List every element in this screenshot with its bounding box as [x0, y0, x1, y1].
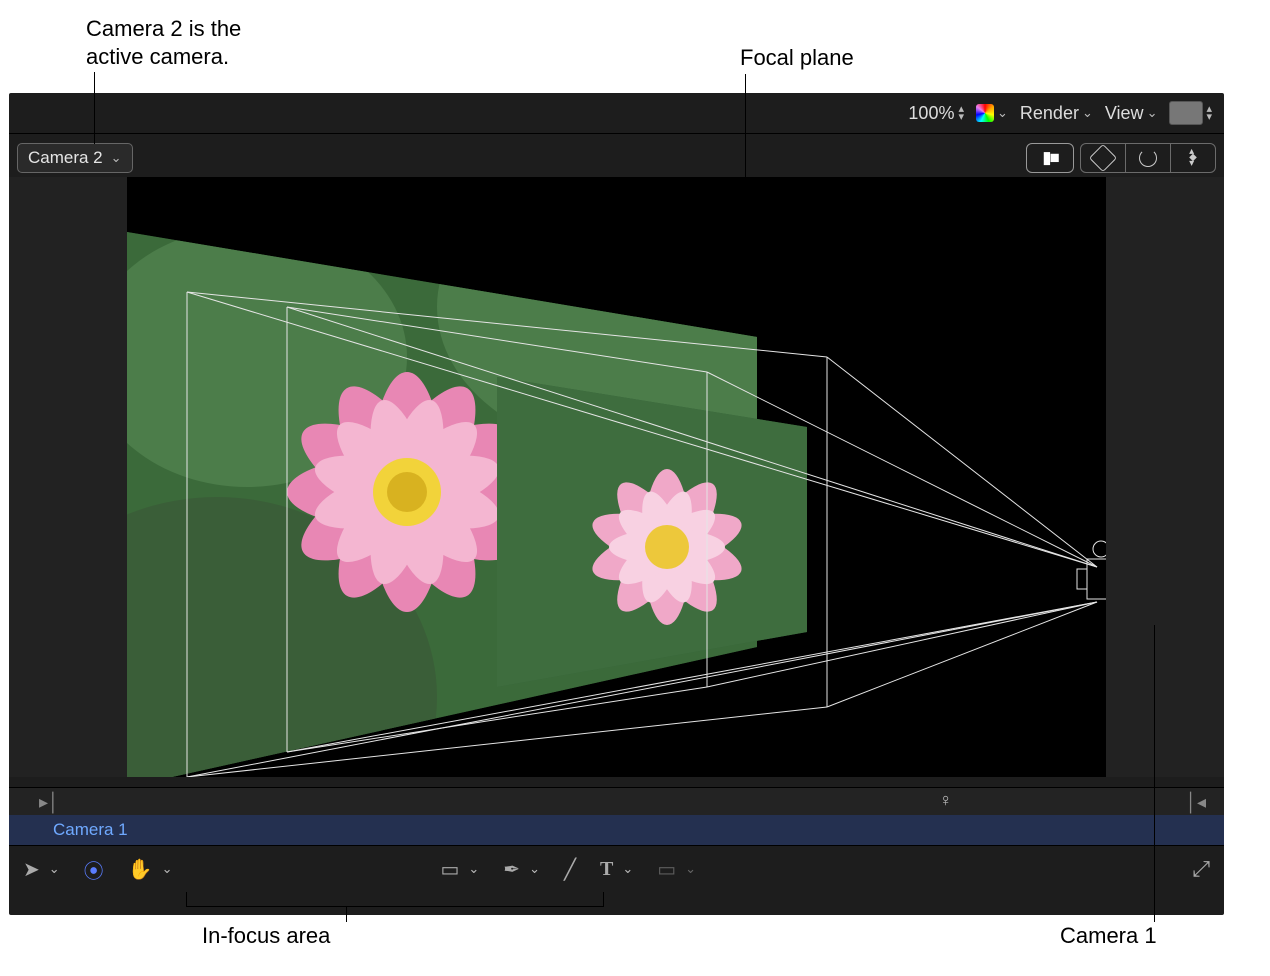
- chevron-down-icon: ⌄: [1147, 105, 1158, 121]
- hand-icon: ✋: [128, 857, 153, 882]
- camera-icon: ▮■: [1042, 148, 1058, 168]
- text-icon: T: [600, 858, 613, 881]
- mini-timeline-ruler[interactable]: ▸│ ♀ │◂: [9, 787, 1224, 817]
- color-wheel-icon: [976, 104, 994, 122]
- app-window: 100% ⌄ Render ⌄ View ⌄ Camera: [9, 93, 1224, 915]
- canvas-area: [9, 177, 1224, 777]
- select-tool[interactable]: ➤⌄: [23, 857, 60, 882]
- view-label: View: [1105, 103, 1144, 124]
- stepper-icon: [958, 105, 964, 121]
- mask-icon: ▭: [657, 857, 676, 882]
- color-well-icon: [1169, 101, 1203, 125]
- camera-selector-label: Camera 2: [28, 148, 103, 168]
- paint-tool[interactable]: ╱: [564, 857, 576, 882]
- 3d-transform-tool[interactable]: ⦿: [84, 855, 104, 884]
- playhead-icon[interactable]: ♀: [939, 790, 953, 811]
- chevron-down-icon: ⌄: [111, 150, 122, 166]
- view-menu[interactable]: View ⌄: [1105, 103, 1158, 124]
- chevron-down-icon: ⌄: [162, 861, 173, 877]
- chevron-down-icon: ⌄: [468, 861, 479, 877]
- 3d-nav-controls: ▮■ ▴◆▾: [1026, 143, 1216, 173]
- rectangle-icon: ▭: [440, 857, 459, 882]
- chevron-down-icon: ⌄: [1082, 105, 1093, 121]
- dolly-tool[interactable]: ▴◆▾: [1170, 144, 1215, 172]
- timeline-clip-camera1[interactable]: Camera 1: [53, 815, 1224, 845]
- mask-tool[interactable]: ▭⌄: [657, 857, 696, 882]
- timeline: Camera 1: [9, 815, 1224, 845]
- chevron-down-icon: ⌄: [997, 105, 1008, 121]
- pan-icon: [1089, 144, 1117, 172]
- chevron-down-icon: ⌄: [685, 861, 696, 877]
- callout-focal-plane: Focal plane: [740, 44, 854, 72]
- background-color-well[interactable]: [1169, 101, 1212, 125]
- pen-icon: ✒: [503, 857, 520, 882]
- orbit-tool[interactable]: [1125, 144, 1170, 172]
- stepper-icon: [1206, 105, 1212, 121]
- rectangle-tool[interactable]: ▭⌄: [440, 857, 479, 882]
- toolbar-top: 100% ⌄ Render ⌄ View ⌄: [9, 93, 1224, 134]
- chevron-down-icon: ⌄: [49, 861, 60, 877]
- 3d-view-tools: ▴◆▾: [1080, 143, 1216, 173]
- zoom-value: 100%: [908, 103, 954, 124]
- text-tool[interactable]: T⌄: [600, 858, 633, 881]
- brush-icon: ╱: [564, 857, 576, 882]
- viewer-header: Camera 2 ⌄ ▮■ ▴◆▾: [9, 140, 1224, 176]
- pan-tool-btn[interactable]: ✋⌄: [128, 857, 173, 882]
- play-range-in-icon[interactable]: ▸│: [39, 792, 59, 813]
- chevron-down-icon: ⌄: [622, 861, 633, 877]
- camera-selector[interactable]: Camera 2 ⌄: [17, 143, 133, 173]
- zoom-menu[interactable]: 100%: [908, 103, 964, 124]
- play-range-out-icon[interactable]: │◂: [1186, 792, 1206, 813]
- render-label: Render: [1020, 103, 1079, 124]
- callout-camera1: Camera 1: [1060, 922, 1157, 950]
- callout-infocus-area: In-focus area: [202, 922, 330, 950]
- fit-to-window[interactable]: ⤢: [1192, 856, 1210, 882]
- pan-tool[interactable]: [1081, 144, 1125, 172]
- toolbar-bottom: ➤⌄ ⦿ ✋⌄ ▭⌄ ✒⌄ ╱ T⌄ ▭⌄ ⤢: [9, 845, 1224, 892]
- orbit-icon: [1139, 149, 1157, 167]
- arrow-icon: ➤: [23, 857, 40, 882]
- canvas[interactable]: [127, 177, 1106, 777]
- chevron-down-icon: ⌄: [529, 861, 540, 877]
- dolly-icon: ▴◆▾: [1189, 149, 1197, 167]
- render-menu[interactable]: Render ⌄: [1020, 103, 1093, 124]
- scene-overlay: [127, 177, 1106, 777]
- callout-active-camera: Camera 2 is the active camera.: [86, 15, 241, 71]
- 3d-icon: ⦿: [84, 855, 104, 884]
- active-camera-button[interactable]: ▮■: [1026, 143, 1074, 173]
- color-channels-menu[interactable]: ⌄: [976, 104, 1008, 122]
- expand-icon: ⤢: [1192, 856, 1210, 882]
- bezier-tool[interactable]: ✒⌄: [503, 857, 540, 882]
